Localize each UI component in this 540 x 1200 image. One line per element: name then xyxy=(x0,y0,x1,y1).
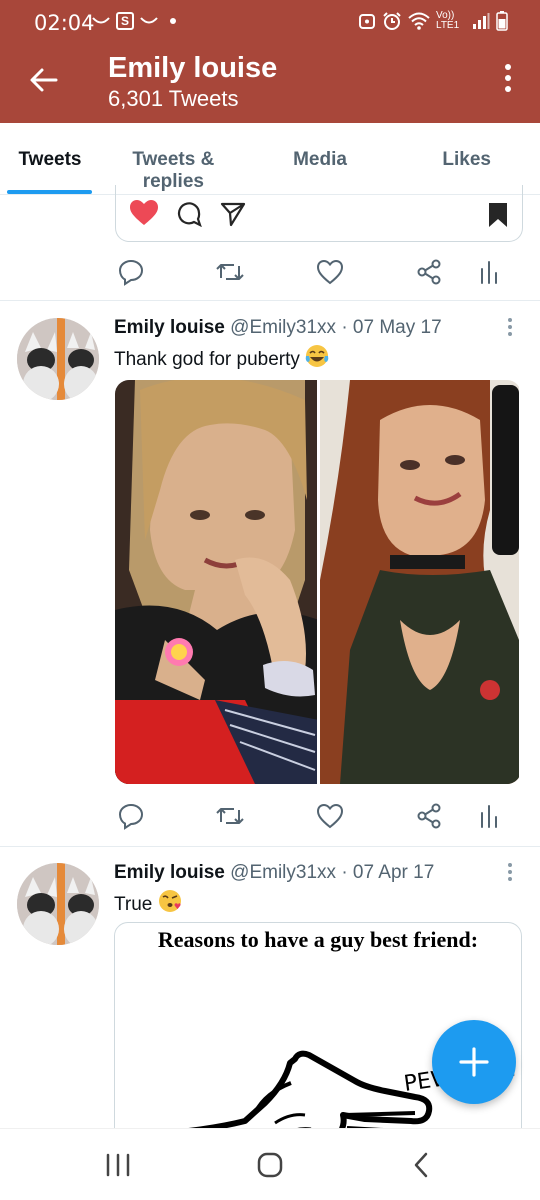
overflow-menu-button[interactable] xyxy=(502,64,514,96)
tweet-actions-1 xyxy=(115,798,505,834)
tab-tweets[interactable]: Tweets xyxy=(0,123,100,194)
tweet-count: 6,301 Tweets xyxy=(108,86,239,111)
recent-apps-icon xyxy=(106,1153,130,1177)
home-icon xyxy=(257,1152,283,1178)
photo-before-image xyxy=(115,380,317,784)
meme-caption: Reasons to have a guy best friend: xyxy=(157,927,479,952)
share-button[interactable] xyxy=(413,256,445,288)
bookmark-icon xyxy=(489,203,507,227)
home-button[interactable] xyxy=(250,1149,290,1181)
tweet-author-handle[interactable]: @Emily31xx xyxy=(230,317,336,338)
analytics-icon xyxy=(480,261,497,284)
status-time: 02:04 xyxy=(34,11,95,35)
like-button[interactable] xyxy=(314,256,346,288)
volte-label: Vo)) LTE1 xyxy=(436,10,460,31)
status-right-icons: Vo)) LTE1 xyxy=(358,11,508,31)
tweet-more-button[interactable] xyxy=(504,863,516,885)
tweet-author-name[interactable]: Emily louise xyxy=(114,862,225,883)
back-button[interactable] xyxy=(26,62,62,98)
tweet-text[interactable]: Thank god for puberty xyxy=(114,344,329,372)
tweet-separator: · xyxy=(341,862,348,883)
heart-filled-icon xyxy=(130,200,158,225)
comment-bubble-icon xyxy=(177,202,202,227)
tweet-header: Emily louise @Emily31xx · 07 Apr 17 xyxy=(114,861,434,885)
tweet-divider xyxy=(0,846,540,847)
bixby-icon xyxy=(359,14,375,29)
share-icon xyxy=(417,803,441,829)
status-left-icons: S xyxy=(92,12,176,30)
compose-tweet-button[interactable] xyxy=(432,1020,516,1104)
avatar-image xyxy=(17,318,99,400)
tweet-author-name[interactable]: Emily louise xyxy=(114,317,225,338)
tweet-actions-0 xyxy=(115,254,505,290)
reply-icon xyxy=(118,259,144,286)
battery-icon xyxy=(496,11,508,31)
tab-likes[interactable]: Likes xyxy=(393,123,540,194)
tweet-text[interactable]: True xyxy=(114,889,182,917)
photo-after[interactable] xyxy=(319,380,522,784)
signal-icon xyxy=(473,13,490,29)
reply-button[interactable] xyxy=(115,256,147,288)
retweet-icon xyxy=(216,264,245,280)
tweet-date[interactable]: 07 Apr 17 xyxy=(353,862,434,883)
missed-call-icon xyxy=(92,17,110,24)
recent-apps-button[interactable] xyxy=(98,1149,138,1181)
s-app-icon: S xyxy=(116,12,134,30)
tweet-header: Emily louise @Emily31xx · 07 May 17 xyxy=(114,316,442,340)
tab-media[interactable]: Media xyxy=(247,123,394,194)
tweet-more-button[interactable] xyxy=(504,318,516,340)
photo-before[interactable] xyxy=(115,380,317,784)
avatar[interactable] xyxy=(17,318,99,400)
like-button[interactable] xyxy=(314,800,346,832)
reply-button[interactable] xyxy=(115,800,147,832)
app-header: 02:04 S Vo)) LTE1 Emily louise 6,301 Twe… xyxy=(0,0,540,123)
kissing-face-emoji xyxy=(158,890,181,912)
back-nav-button[interactable] xyxy=(402,1149,442,1181)
reply-icon xyxy=(118,803,144,830)
share-button[interactable] xyxy=(413,800,445,832)
tab-tweets-and-replies[interactable]: Tweets & replies xyxy=(100,123,247,194)
embedded-post-card[interactable] xyxy=(115,185,523,242)
send-icon xyxy=(220,202,246,227)
tweet-author-handle[interactable]: @Emily31xx xyxy=(230,862,336,883)
tweet-body: Thank god for puberty xyxy=(114,349,300,370)
wifi-icon xyxy=(408,12,430,30)
share-icon xyxy=(417,259,441,285)
plus-icon xyxy=(459,1047,489,1077)
dot-icon xyxy=(170,18,176,24)
status-bar: 02:04 S Vo)) LTE1 xyxy=(0,0,540,46)
heart-icon xyxy=(316,259,343,285)
missed-call-icon xyxy=(140,17,158,24)
analytics-icon xyxy=(480,805,497,828)
retweet-button[interactable] xyxy=(214,256,246,288)
tweet-media-grid xyxy=(115,380,521,784)
arrow-left-icon xyxy=(30,68,58,92)
retweet-button[interactable] xyxy=(214,800,246,832)
analytics-button[interactable] xyxy=(473,800,505,832)
photo-after-image xyxy=(319,380,519,784)
tweet-separator: · xyxy=(341,317,348,338)
back-nav-icon xyxy=(414,1152,428,1178)
profile-name: Emily louise xyxy=(108,52,278,84)
retweet-icon xyxy=(216,808,245,824)
tweet-date[interactable]: 07 May 17 xyxy=(353,317,442,338)
analytics-button[interactable] xyxy=(473,256,505,288)
system-nav-bar xyxy=(0,1128,540,1200)
avatar-image xyxy=(17,863,99,945)
avatar[interactable] xyxy=(17,863,99,945)
profile-title-block: Emily louise 6,301 Tweets xyxy=(108,51,277,113)
tweet-body: True xyxy=(114,894,153,915)
tweet-divider xyxy=(0,300,540,301)
alarm-icon xyxy=(383,12,401,30)
heart-icon xyxy=(316,803,343,829)
tears-of-joy-emoji xyxy=(305,345,329,367)
